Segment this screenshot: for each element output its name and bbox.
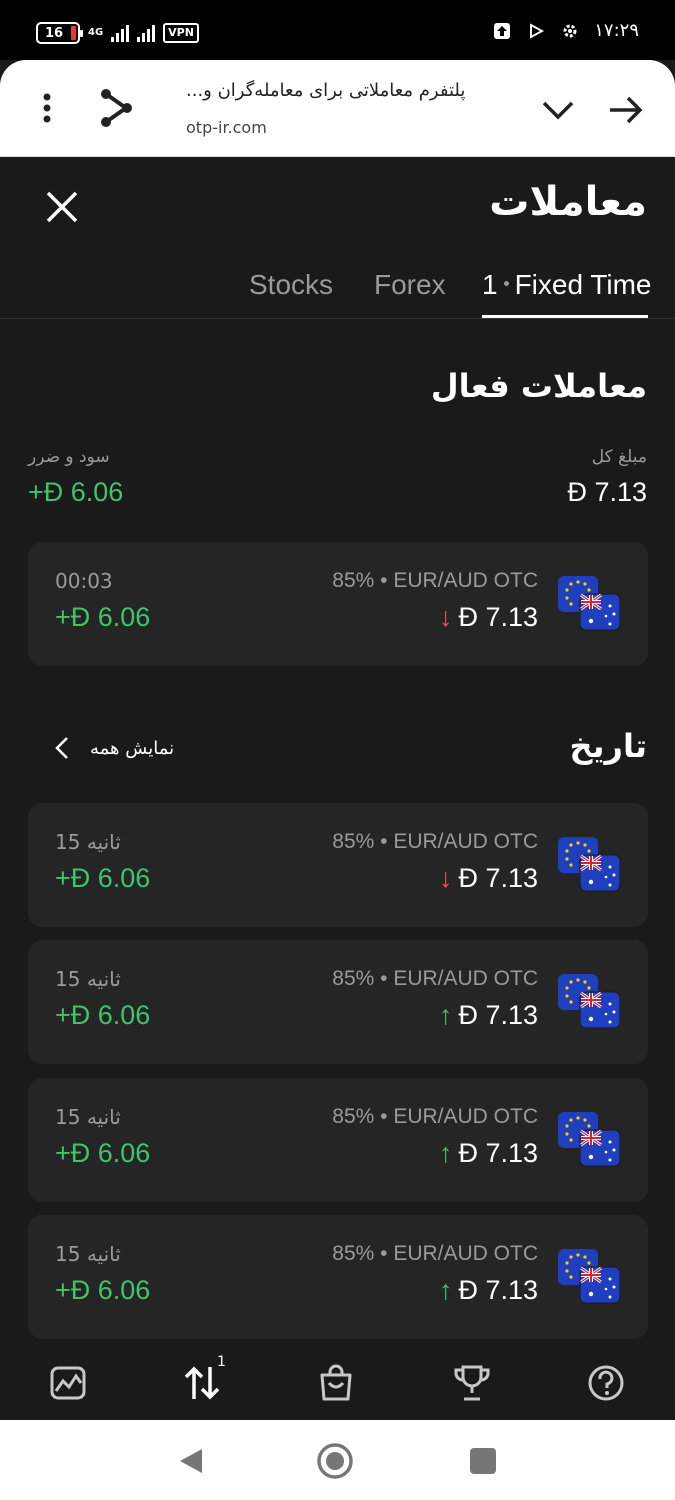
- trade-profit: +Đ 6.06: [55, 1138, 151, 1168]
- trade-profit: +Đ 6.06: [55, 1000, 151, 1030]
- clock: ۱۷:۲۹: [594, 20, 639, 41]
- status-right: ۱۷:۲۹: [492, 20, 639, 41]
- trade-amount: Đ 7.13: [458, 863, 538, 893]
- network-type: 4G: [88, 27, 104, 38]
- chevron-left-icon: [55, 737, 68, 759]
- arrow-up-icon: ↑: [438, 1275, 453, 1305]
- trade-profit: +Đ 6.06: [55, 863, 151, 893]
- eur-aud-flag-icon: [558, 1249, 622, 1305]
- play-icon: [526, 21, 546, 41]
- system-nav-bar: [0, 1420, 675, 1500]
- panel-title: معاملات: [489, 179, 647, 225]
- status-left: 16 4G VPN: [36, 22, 199, 44]
- tab-bar: Stocks Forex 1 Fixed Time: [0, 257, 675, 319]
- trade-amount: Đ 7.13: [458, 1138, 538, 1168]
- trade-pair: 85% • EUR/AUD OTC: [332, 1105, 538, 1128]
- arrow-down-icon: ↓: [438, 863, 453, 893]
- eur-aud-flag-icon: [558, 974, 622, 1030]
- trade-amount: Đ 7.13: [458, 1000, 538, 1030]
- active-trades-title: معاملات فعال: [430, 367, 647, 405]
- trade-amount-row: ↓ Đ 7.13: [439, 863, 538, 894]
- active-tab-indicator: [482, 315, 648, 318]
- trade-profit: +Đ 6.06: [55, 602, 151, 632]
- trade-profit: +Đ 6.06: [55, 1275, 151, 1305]
- history-card[interactable]: 15 ثانیه +Đ 6.06 85% • EUR/AUD OTC ↓ Đ 7.…: [28, 803, 648, 927]
- pnl-value: +Đ 6.06: [28, 477, 124, 507]
- trade-pair: 85% • EUR/AUD OTC: [332, 569, 538, 592]
- trades-badge: 1: [217, 1354, 226, 1370]
- more-menu-icon[interactable]: [32, 90, 62, 126]
- tab-forex[interactable]: Forex: [374, 269, 446, 301]
- history-title: تاریخ: [569, 727, 647, 765]
- market-icon[interactable]: [316, 1363, 356, 1403]
- forward-arrow-icon[interactable]: [604, 90, 648, 130]
- history-header: تاریخ نمایش همه: [0, 727, 675, 777]
- tab-fixed-time[interactable]: 1 Fixed Time: [482, 269, 652, 301]
- status-bar: 16 4G VPN ۱۷:۲۹: [0, 0, 675, 60]
- trade-duration: 15 ثانیه: [55, 967, 121, 991]
- close-icon[interactable]: [40, 185, 84, 229]
- settings-icon: [560, 21, 580, 41]
- tab-fixed-time-label: Fixed Time: [514, 269, 652, 300]
- upload-icon: [492, 21, 512, 41]
- tab-stocks[interactable]: Stocks: [249, 269, 333, 301]
- total-value: Đ 7.13: [567, 477, 647, 507]
- trade-countdown: 00:03: [55, 569, 113, 593]
- trophy-icon[interactable]: [452, 1363, 492, 1403]
- back-icon[interactable]: [176, 1446, 206, 1476]
- pnl-label: سود و ضرر: [28, 447, 110, 467]
- arrow-down-icon: ↓: [438, 602, 453, 632]
- trade-amount: Đ 7.13: [458, 1275, 538, 1305]
- trade-amount-row: ↑ Đ 7.13: [439, 1000, 538, 1031]
- trade-pair: 85% • EUR/AUD OTC: [332, 967, 538, 990]
- trade-amount-row: ↓ Đ 7.13: [439, 602, 538, 633]
- history-card[interactable]: 15 ثانیه +Đ 6.06 85% • EUR/AUD OTC ↑ Đ 7.…: [28, 940, 648, 1064]
- url-text[interactable]: otp-ir.com: [186, 118, 267, 137]
- trade-duration: 15 ثانیه: [55, 830, 121, 854]
- recent-apps-icon[interactable]: [470, 1448, 496, 1474]
- trade-duration: 15 ثانیه: [55, 1242, 121, 1266]
- trade-amount-row: ↑ Đ 7.13: [439, 1275, 538, 1306]
- browser-bar: پلتفرم معاملاتی برای معامله‌گران و... ot…: [0, 60, 675, 157]
- chart-icon[interactable]: [48, 1363, 88, 1403]
- trade-duration: 15 ثانیه: [55, 1105, 121, 1129]
- trade-pair: 85% • EUR/AUD OTC: [332, 830, 538, 853]
- signal-icon-2: [137, 24, 156, 42]
- page-title-tab[interactable]: پلتفرم معاملاتی برای معامله‌گران و...: [186, 80, 506, 101]
- help-icon[interactable]: [586, 1363, 626, 1403]
- arrow-up-icon: ↑: [438, 1138, 453, 1168]
- battery-icon: 16: [36, 22, 83, 44]
- home-icon[interactable]: [316, 1442, 354, 1480]
- signal-icon: [111, 24, 130, 42]
- active-trade-card[interactable]: 00:03 +Đ 6.06 85% • EUR/AUD OTC ↓ Đ 7.13: [28, 542, 648, 666]
- battery-level: 16: [44, 25, 64, 41]
- history-card[interactable]: 15 ثانیه +Đ 6.06 85% • EUR/AUD OTC ↑ Đ 7.…: [28, 1078, 648, 1202]
- trade-pair: 85% • EUR/AUD OTC: [332, 1242, 538, 1265]
- share-icon[interactable]: [96, 86, 136, 130]
- trades-panel: معاملات Stocks Forex 1 Fixed Time معاملات…: [0, 157, 675, 1420]
- chevron-down-icon[interactable]: [536, 90, 580, 130]
- show-all-link[interactable]: نمایش همه: [52, 735, 174, 761]
- history-card[interactable]: 15 ثانیه +Đ 6.06 85% • EUR/AUD OTC ↑ Đ 7.…: [28, 1215, 648, 1339]
- eur-aud-flag-icon: [558, 837, 622, 893]
- trade-amount-row: ↑ Đ 7.13: [439, 1138, 538, 1169]
- tab-fixed-time-count: 1: [482, 269, 498, 300]
- bottom-nav: 1: [0, 1345, 675, 1420]
- show-all-label: نمایش همه: [90, 737, 175, 759]
- eur-aud-flag-icon: [558, 576, 622, 632]
- trade-amount: Đ 7.13: [458, 602, 538, 632]
- vpn-badge: VPN: [163, 23, 199, 43]
- trades-icon[interactable]: [182, 1363, 222, 1403]
- arrow-up-icon: ↑: [438, 1000, 453, 1030]
- eur-aud-flag-icon: [558, 1112, 622, 1168]
- total-label: مبلغ کل: [591, 447, 647, 467]
